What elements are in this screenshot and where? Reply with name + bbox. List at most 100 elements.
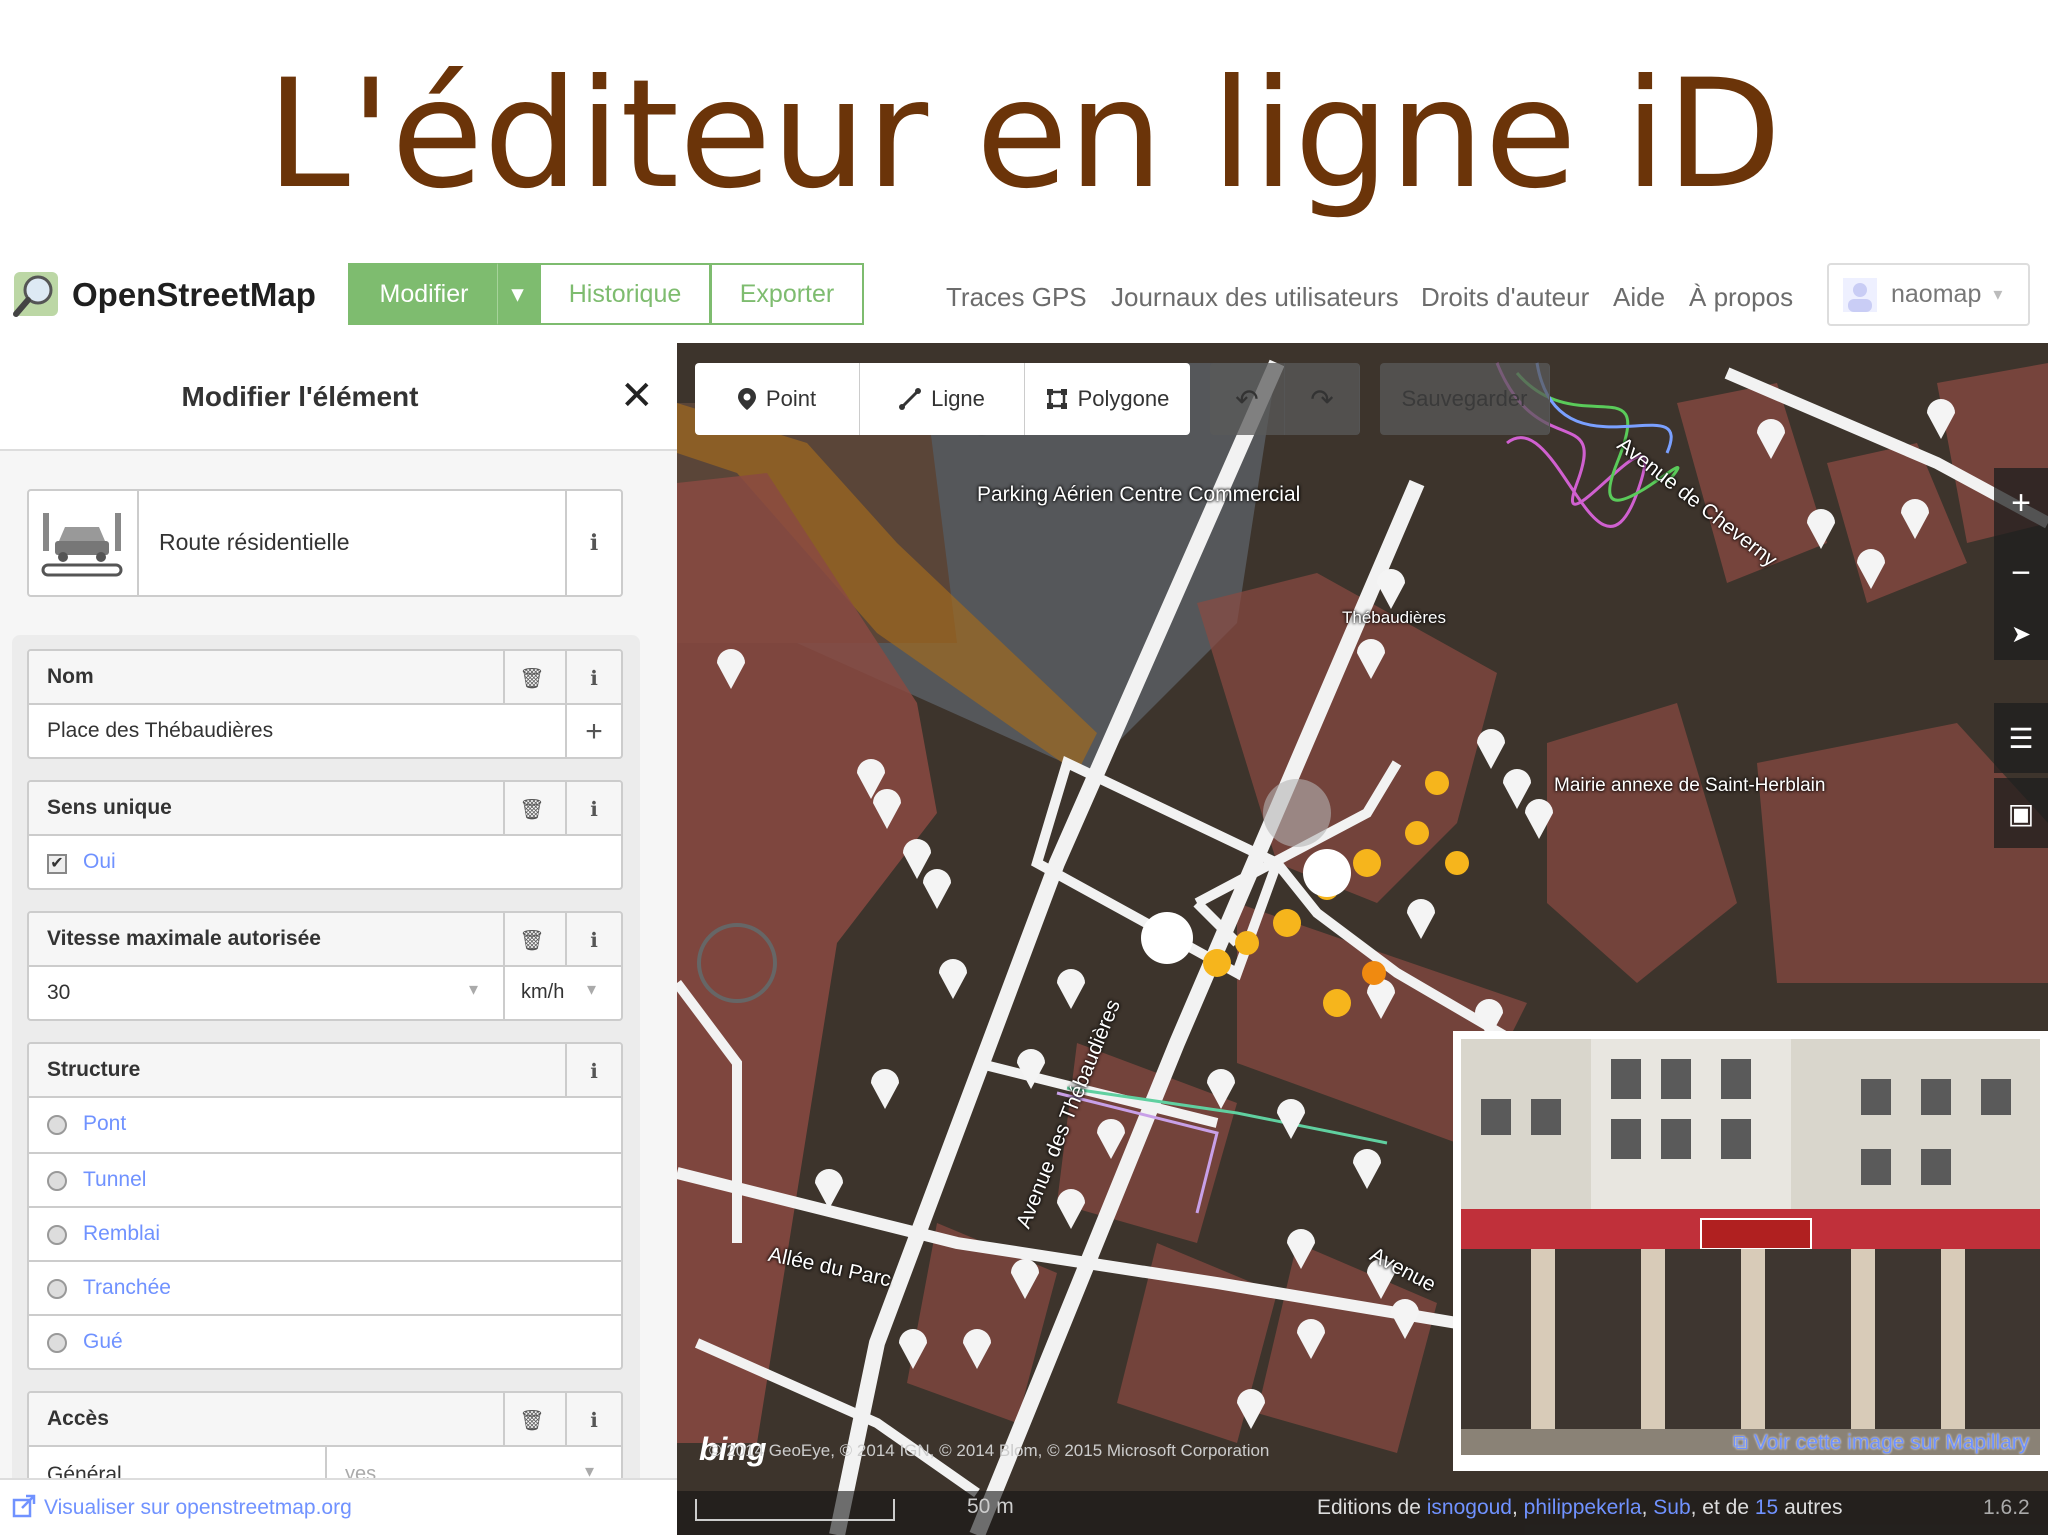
zoom-in-button[interactable]: + — [1994, 468, 2048, 538]
chevron-down-icon: ▾ — [587, 979, 597, 999]
field-label: Structure — [29, 1044, 621, 1098]
edit-dropdown-button[interactable]: ▾ — [497, 263, 539, 325]
field-maxspeed: Vitesse maximale autorisée 🗑 ℹ 30 ▾ km/h… — [27, 911, 623, 1021]
nav-gps-traces[interactable]: Traces GPS — [946, 282, 1087, 313]
radio-button[interactable] — [47, 1225, 67, 1245]
radio-button[interactable] — [47, 1279, 67, 1299]
radio-option-tranchee[interactable]: Tranchée — [29, 1260, 621, 1314]
contributors-middle: , et de — [1690, 1496, 1750, 1519]
mapillary-viewer: ⧉ Voir cette image sur Mapillary — [1453, 1031, 2048, 1471]
contributors-prefix: Editions de — [1317, 1496, 1421, 1519]
contributors-count[interactable]: 15 — [1755, 1496, 1778, 1519]
preset-name: Route résidentielle — [159, 529, 350, 555]
map-label-parking: Parking Aérien Centre Commercial — [977, 483, 1301, 506]
view-on-osm-link[interactable]: Visualiser sur openstreetmap.org — [0, 1478, 677, 1535]
trash-icon[interactable]: 🗑 — [503, 782, 559, 836]
undo-button[interactable]: ↶ — [1210, 363, 1285, 435]
info-icon[interactable]: ℹ — [565, 651, 621, 705]
radio-option-tunnel[interactable]: Tunnel — [29, 1152, 621, 1206]
info-icon[interactable]: ℹ — [565, 782, 621, 836]
info-icon[interactable]: ℹ — [565, 1393, 621, 1447]
residential-road-icon — [41, 513, 123, 577]
radio-label: Remblai — [83, 1222, 161, 1245]
redo-button[interactable]: ↷ — [1285, 363, 1360, 435]
oneway-label: Oui — [83, 850, 116, 873]
radio-option-gue[interactable]: Gué — [29, 1314, 621, 1368]
map-data-button[interactable]: ▣ — [1994, 778, 2048, 848]
plus-icon: + — [2011, 483, 2031, 522]
name-input[interactable]: Place des Thébaudières — [47, 719, 273, 743]
external-link-icon — [12, 1494, 36, 1518]
radio-option-pont[interactable]: Pont — [29, 1098, 621, 1152]
oneway-checkbox[interactable]: ✔ — [47, 854, 67, 874]
line-icon — [899, 388, 922, 410]
save-button[interactable]: Sauvegarder — [1380, 363, 1550, 435]
radio-button[interactable] — [47, 1115, 67, 1135]
user-avatar-icon — [1843, 277, 1877, 312]
brand-name[interactable]: OpenStreetMap — [72, 276, 316, 314]
nav-help[interactable]: Aide — [1613, 282, 1665, 313]
osm-logo-icon[interactable] — [10, 268, 62, 320]
speed-unit-select[interactable]: km/h ▾ — [503, 967, 621, 1019]
layers-icon: ☰ — [2008, 722, 2034, 754]
nav-user-diaries[interactable]: Journaux des utilisateurs — [1111, 282, 1399, 313]
export-button[interactable]: Exporter — [710, 263, 864, 325]
map-canvas[interactable]: P Parking Aérien Centre Commercial Théba… — [677, 343, 2048, 1535]
street-photo — [1461, 1039, 2040, 1455]
edit-button[interactable]: Modifier — [348, 263, 498, 325]
chevron-down-icon[interactable]: ▾ — [469, 979, 478, 1000]
add-line-label: Ligne — [931, 386, 985, 411]
osm-header: OpenStreetMap Modifier ▾ Historique Expo… — [0, 250, 2048, 343]
map-label-bus-stop: Thébaudières — [1342, 608, 1446, 627]
radio-button[interactable] — [47, 1333, 67, 1353]
add-point-button[interactable]: Point — [695, 363, 860, 435]
radio-label: Tunnel — [83, 1168, 147, 1191]
maxspeed-input[interactable]: 30 — [47, 981, 70, 1005]
zoom-out-button[interactable]: − — [1994, 538, 2048, 608]
imagery-attribution: © 2014 GeoEye, © 2014 IGN, © 2014 Blom, … — [709, 1441, 1270, 1460]
slide-title: L'éditeur en ligne iD — [266, 48, 1782, 222]
radio-label: Gué — [83, 1330, 123, 1353]
info-icon[interactable]: ℹ — [565, 1044, 621, 1098]
close-icon[interactable]: ✕ — [620, 373, 654, 419]
view-on-mapillary-link[interactable]: ⧉ Voir cette image sur Mapillary — [1733, 1431, 2029, 1455]
minus-icon: − — [2011, 553, 2031, 592]
trash-icon[interactable]: 🗑 — [503, 913, 559, 967]
history-button[interactable]: Historique — [539, 263, 711, 325]
nav-about[interactable]: À propos — [1689, 282, 1793, 313]
sidebar-header: Modifier l'élément ✕ — [0, 343, 677, 451]
add-icon[interactable]: + — [565, 705, 621, 757]
info-icon[interactable]: ℹ — [565, 913, 621, 967]
radio-button[interactable] — [47, 1171, 67, 1191]
contributor-link[interactable]: Sub — [1653, 1496, 1690, 1519]
contributors-info: Editions de isnogoud, philippekerla, Sub… — [1317, 1496, 1843, 1519]
add-area-button[interactable]: Polygone — [1025, 363, 1190, 435]
contributor-link[interactable]: isnogoud — [1427, 1496, 1512, 1519]
geolocate-button[interactable]: ➤ — [1994, 608, 2048, 660]
preset-icon-box — [29, 491, 139, 595]
nav-copyright[interactable]: Droits d'auteur — [1421, 282, 1589, 313]
info-icon[interactable]: ℹ — [565, 491, 621, 595]
field-oneway: Sens unique 🗑 ℹ ✔ Oui — [27, 780, 623, 890]
background-layers-button[interactable]: ☰ — [1994, 703, 2048, 773]
pin-icon — [737, 388, 756, 410]
field-structure: Structure ℹ Pont Tunnel Remblai Tranchée… — [27, 1042, 623, 1370]
user-menu[interactable]: naomap ▾ — [1827, 263, 2030, 326]
scale-bar — [695, 1499, 895, 1521]
map-data-icon: ▣ — [2007, 797, 2035, 829]
trash-icon[interactable]: 🗑 — [503, 651, 559, 705]
radio-option-remblai[interactable]: Remblai — [29, 1206, 621, 1260]
contributor-link[interactable]: philippekerla — [1524, 1496, 1642, 1519]
preset-selector[interactable]: Route résidentielle ℹ — [27, 489, 623, 597]
polygon-icon — [1046, 389, 1067, 409]
add-area-label: Polygone — [1077, 386, 1170, 411]
sidebar-title: Modifier l'élément — [181, 381, 419, 412]
editor-sidebar: Modifier l'élément ✕ Route résidentielle… — [0, 343, 677, 1535]
version-label: 1.6.2 — [1983, 1496, 2030, 1519]
scale-label: 50 m — [967, 1495, 1014, 1518]
add-line-button[interactable]: Ligne — [860, 363, 1025, 435]
mapillary-link-label: Voir cette image sur Mapillary — [1753, 1431, 2030, 1454]
trash-icon[interactable]: 🗑 — [503, 1393, 559, 1447]
speed-unit: km/h — [521, 981, 565, 1003]
add-point-label: Point — [765, 386, 817, 411]
